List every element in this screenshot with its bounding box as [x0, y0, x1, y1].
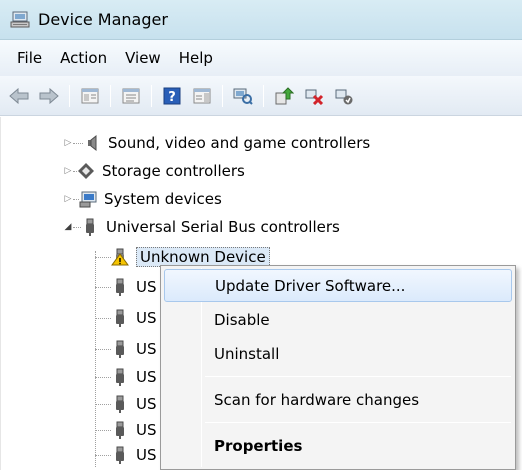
usb-icon [111, 340, 129, 358]
toolbar-separator [110, 84, 111, 107]
tree-label: Universal Serial Bus controllers [106, 218, 340, 236]
tree-label: Storage controllers [102, 162, 245, 180]
storage-controller-icon [77, 162, 95, 180]
tree-node-usb[interactable]: ◢ Universal Serial Bus controllers [63, 215, 340, 239]
collapse-arrow-icon[interactable]: ◢ [63, 222, 73, 232]
expand-arrow-icon[interactable]: ▷ [63, 138, 73, 148]
menu-separator [205, 422, 511, 423]
toolbar: ? [0, 76, 522, 116]
menu-item-properties[interactable]: Properties [164, 429, 512, 462]
uninstall-icon[interactable] [300, 83, 328, 109]
menu-action[interactable]: Action [51, 45, 116, 71]
tree-label: US [136, 421, 157, 439]
tree-node-system[interactable]: ▷ System devices [63, 187, 222, 211]
tree-label: US [136, 340, 157, 358]
expand-arrow-icon[interactable]: ▷ [63, 194, 73, 204]
menu-separator [205, 376, 511, 377]
usb-icon [81, 218, 99, 236]
device-manager-icon [10, 11, 30, 29]
tree-node-usb-child[interactable]: US [95, 365, 157, 389]
back-icon[interactable] [5, 83, 33, 109]
tree-node-usb-child[interactable]: US [95, 392, 157, 416]
usb-icon [111, 395, 129, 413]
tree-label: US [136, 446, 157, 464]
tree-node-usb-child[interactable]: US [95, 275, 157, 299]
console-tree-icon[interactable] [117, 83, 145, 109]
menu-help[interactable]: Help [170, 45, 222, 71]
action-pane-icon[interactable] [188, 83, 216, 109]
tree-node-usb-child[interactable]: US [95, 337, 157, 361]
tree-label: Unknown Device [136, 247, 270, 267]
toolbar-separator [222, 84, 223, 107]
usb-icon [111, 368, 129, 386]
tree-label: US [136, 368, 157, 386]
tree-node-sound[interactable]: ▷ Sound, video and game controllers [63, 131, 371, 155]
menu-item-disable[interactable]: Disable [164, 303, 512, 336]
menu-item-update-driver[interactable]: Update Driver Software... [164, 269, 512, 302]
menu-file[interactable]: File [8, 45, 51, 71]
toolbar-separator [151, 84, 152, 107]
tree-node-usb-child[interactable]: US [95, 443, 157, 467]
menu-item-scan-hardware[interactable]: Scan for hardware changes [164, 383, 512, 416]
help-icon[interactable]: ? [158, 83, 186, 109]
tree-label: Sound, video and game controllers [108, 134, 371, 152]
context-menu: Update Driver Software... Disable Uninst… [160, 265, 516, 470]
unknown-device-warning-icon [111, 248, 129, 266]
toolbar-separator [263, 84, 264, 107]
speaker-icon [83, 134, 101, 152]
tree-label: US [136, 278, 157, 296]
usb-icon [111, 421, 129, 439]
tree-label: US [136, 309, 157, 327]
scan-hardware-icon[interactable] [229, 83, 257, 109]
window-title: Device Manager [38, 10, 168, 29]
usb-icon [111, 446, 129, 464]
svg-text:?: ? [168, 90, 176, 105]
forward-icon[interactable] [35, 83, 63, 109]
tree-node-storage[interactable]: ▷ Storage controllers [63, 159, 245, 183]
usb-icon [111, 278, 129, 296]
menu-bar: File Action View Help [0, 40, 522, 76]
menu-view[interactable]: View [116, 45, 170, 71]
tree-node-usb-child[interactable]: US [95, 418, 157, 442]
update-driver-icon[interactable] [270, 83, 298, 109]
toolbar-separator [69, 84, 70, 107]
tree-node-usb-child[interactable]: US [95, 306, 157, 330]
title-bar: Device Manager [0, 0, 522, 40]
tree-label: US [136, 395, 157, 413]
tree-label: System devices [104, 190, 222, 208]
system-devices-icon [79, 190, 97, 208]
menu-item-uninstall[interactable]: Uninstall [164, 337, 512, 370]
usb-icon [111, 309, 129, 327]
expand-arrow-icon[interactable]: ▷ [63, 166, 73, 176]
disable-icon[interactable] [330, 83, 358, 109]
properties-pane-icon[interactable] [76, 83, 104, 109]
